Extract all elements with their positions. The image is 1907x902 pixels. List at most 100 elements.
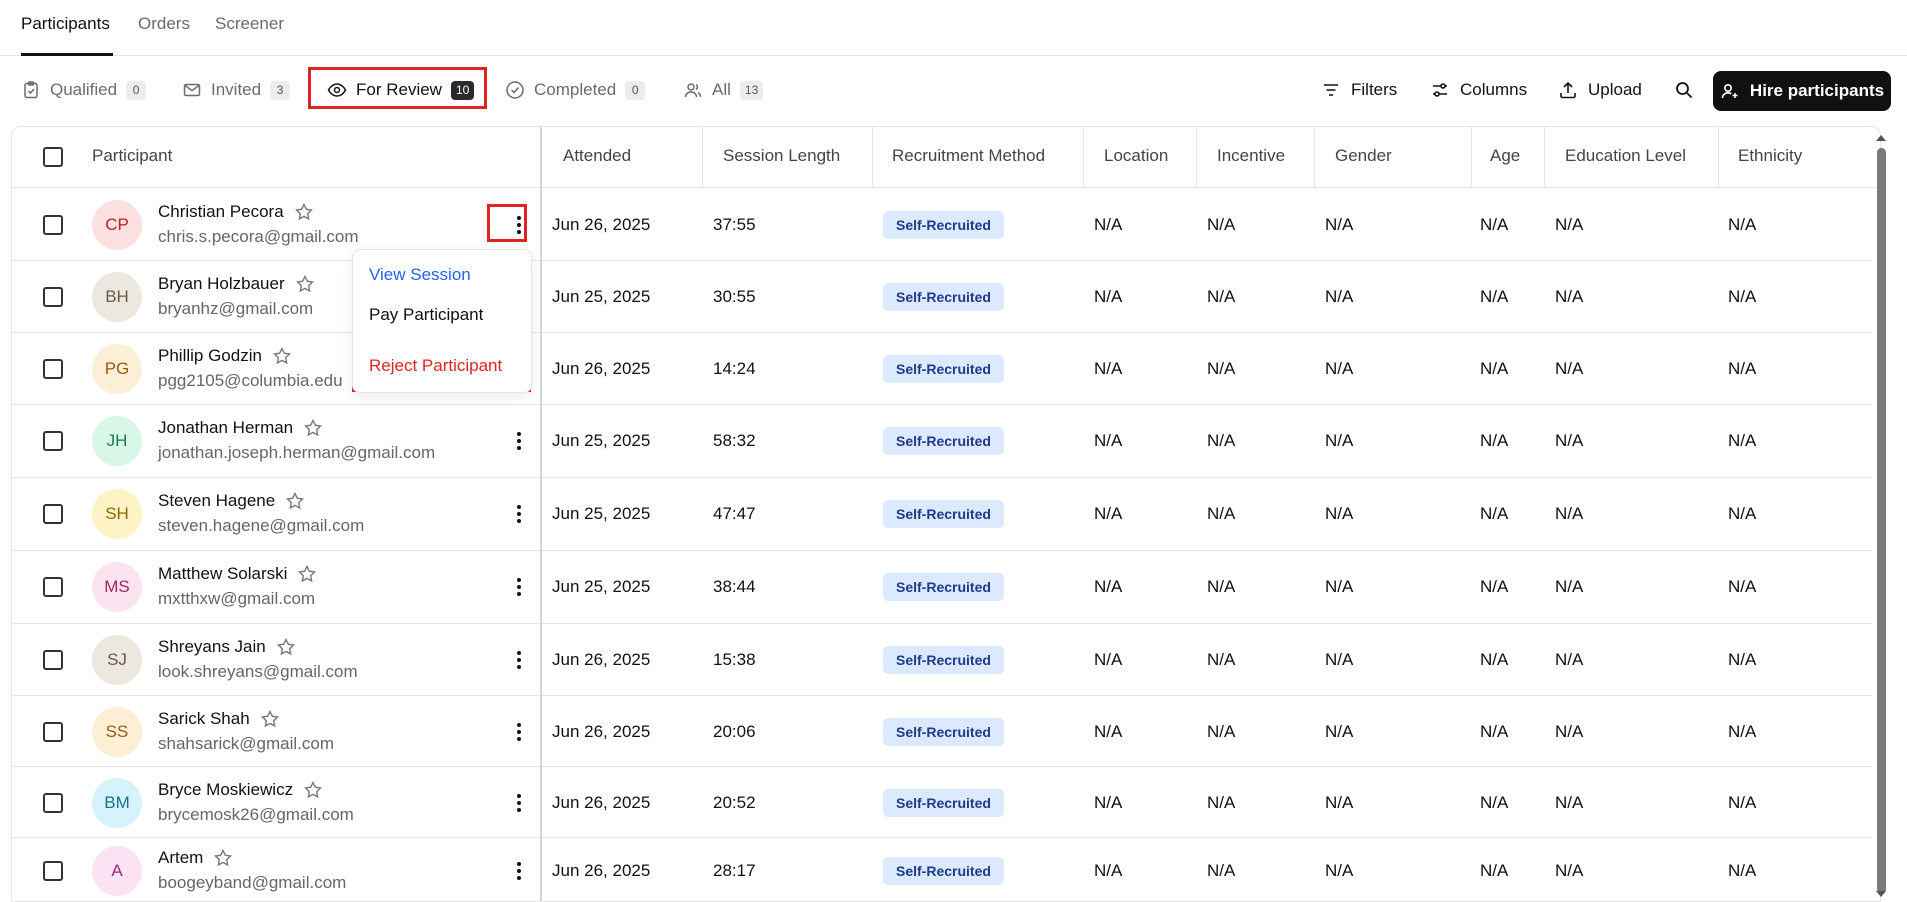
row-menu-button[interactable] [509,502,529,526]
participant-name-cell: Steven Hagene [158,491,305,511]
star-icon[interactable] [303,418,323,438]
cell-location: N/A [1094,431,1123,450]
filter-for-review[interactable]: For Review 10 [327,71,475,109]
row-menu-button[interactable] [509,429,529,453]
hire-participants-button[interactable]: Hire participants [1713,71,1891,111]
column-header[interactable]: Age [1490,146,1520,166]
table-row[interactable]: CP Christian Pecora chris.s.pecora@gmail… [12,189,1872,261]
star-icon[interactable] [272,346,292,366]
table-row[interactable]: JH Jonathan Herman jonathan.joseph.herma… [12,405,1872,478]
row-menu-button[interactable] [509,648,529,672]
row-checkbox[interactable] [43,215,63,235]
column-header[interactable]: Location [1104,146,1168,166]
participant-name[interactable]: Steven Hagene [158,491,275,511]
star-icon[interactable] [285,491,305,511]
participant-name[interactable]: Christian Pecora [158,202,284,222]
cell-ethnicity: N/A [1728,650,1757,669]
cell-session-length: 58:32 [713,431,756,450]
participant-name-cell: Bryce Moskiewicz [158,780,323,800]
avatar: MS [92,562,142,612]
participant-name[interactable]: Artem [158,848,203,868]
filter-invited[interactable]: Invited 3 [182,71,291,109]
participant-name[interactable]: Jonathan Herman [158,418,293,438]
pay-participant-menu-item[interactable]: Pay Participant [369,305,483,325]
row-checkbox[interactable] [43,577,63,597]
search-button[interactable] [1674,71,1694,109]
table-row[interactable]: A Artem boogeyband@gmail.com Self-Recrui… [12,838,1872,901]
row-checkbox[interactable] [43,431,63,451]
participant-name-cell: Christian Pecora [158,202,314,222]
row-menu-button[interactable] [509,791,529,815]
table-row[interactable]: PG Phillip Godzin pgg2105@columbia.edu S… [12,333,1872,405]
filter-completed[interactable]: Completed 0 [505,71,646,109]
filters-button[interactable]: Filters [1321,71,1397,109]
star-icon[interactable] [297,564,317,584]
table-row[interactable]: SH Steven Hagene steven.hagene@gmail.com… [12,478,1872,551]
column-header[interactable]: Participant [92,146,172,166]
participant-name[interactable]: Shreyans Jain [158,637,266,657]
scrollbar-thumb[interactable] [1877,148,1886,894]
star-icon[interactable] [294,202,314,222]
scroll-up-arrow-icon[interactable] [1875,132,1887,144]
mail-icon [183,83,201,97]
star-icon[interactable] [260,709,280,729]
column-header[interactable]: Gender [1335,146,1392,166]
row-checkbox[interactable] [43,650,63,670]
participant-name[interactable]: Bryan Holzbauer [158,274,285,294]
view-session-menu-item[interactable]: View Session [369,265,471,285]
eye-icon [327,83,347,97]
participant-name[interactable]: Matthew Solarski [158,564,287,584]
select-all-checkbox[interactable] [43,147,63,167]
table-row[interactable]: SS Sarick Shah shahsarick@gmail.com Self… [12,696,1872,767]
column-header[interactable]: Session Length [723,146,840,166]
row-menu-button[interactable] [509,575,529,599]
recruitment-method-badge: Self-Recruited [883,788,1004,817]
upload-button[interactable]: Upload [1558,71,1642,109]
row-checkbox[interactable] [43,721,63,742]
row-menu-button[interactable] [509,213,529,237]
column-header[interactable]: Attended [563,146,631,166]
row-checkbox[interactable] [43,287,63,307]
table-row[interactable]: SJ Shreyans Jain look.shreyans@gmail.com… [12,624,1872,696]
filter-qualified[interactable]: Qualified 0 [21,71,147,109]
tab-screener[interactable]: Screener [215,14,284,34]
column-header[interactable]: Ethnicity [1738,146,1802,166]
row-checkbox[interactable] [43,359,63,379]
hire-participants-label: Hire participants [1749,81,1885,100]
cell-session-length: 37:55 [713,215,756,234]
cell-education: N/A [1555,721,1584,741]
star-icon[interactable] [295,274,315,294]
participants-table: Participant Attended Session Length Recr… [11,126,1881,902]
column-header[interactable]: Recruitment Method [892,146,1045,166]
participant-name[interactable]: Phillip Godzin [158,346,262,366]
row-menu-button[interactable] [509,859,529,883]
row-checkbox[interactable] [43,860,63,881]
row-checkbox[interactable] [43,504,63,524]
star-icon[interactable] [276,637,296,657]
participant-name[interactable]: Sarick Shah [158,709,250,729]
column-header[interactable]: Education Level [1565,146,1686,166]
filter-label: Invited [211,80,262,99]
scroll-down-arrow-icon[interactable] [1875,888,1887,900]
tab-orders[interactable]: Orders [138,14,190,34]
cell-age: N/A [1480,650,1509,669]
table-row[interactable]: BM Bryce Moskiewicz brycemosk26@gmail.co… [12,767,1872,838]
row-checkbox[interactable] [43,792,63,813]
cell-education: N/A [1555,431,1584,450]
filter-all[interactable]: All 13 [683,71,764,109]
row-menu-button[interactable] [509,720,529,744]
more-vertical-icon [517,578,521,596]
reject-participant-menu-item[interactable]: Reject Participant [369,356,502,376]
table-row[interactable]: BH Bryan Holzbauer bryanhz@gmail.com Sel… [12,261,1872,333]
participant-name[interactable]: Bryce Moskiewicz [158,780,293,800]
tab-participants[interactable]: Participants [21,14,110,34]
star-icon[interactable] [213,848,233,868]
recruitment-method-badge: Self-Recruited [883,573,1004,601]
cell-attended: Jun 25, 2025 [552,431,651,450]
cell-ethnicity: N/A [1728,504,1757,523]
recruitment-method-badge: Self-Recruited [883,856,1004,885]
table-row[interactable]: MS Matthew Solarski mxtthxw@gmail.com Se… [12,551,1872,624]
star-icon[interactable] [303,780,323,800]
column-header[interactable]: Incentive [1217,146,1285,166]
columns-button[interactable]: Columns [1430,71,1527,109]
